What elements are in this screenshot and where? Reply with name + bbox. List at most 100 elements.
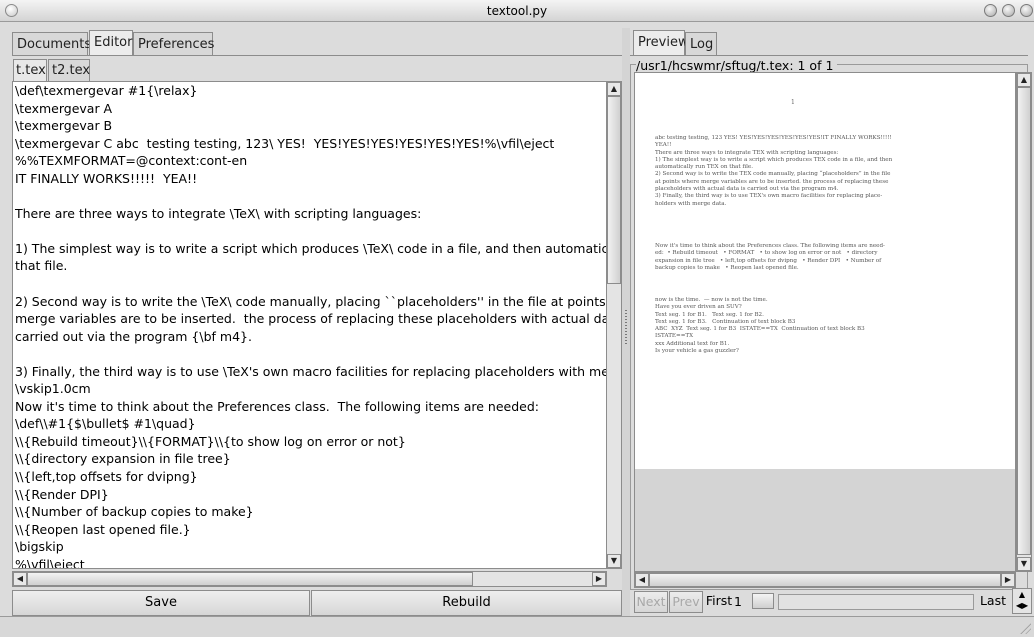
page-spinner[interactable]: ▲ ◀▶ (1012, 588, 1032, 614)
splitter-grip-icon[interactable] (625, 310, 627, 346)
tab-divider-right (630, 55, 1028, 56)
preview-paragraph-1: abc testing testing, 123 YES! YES!YES!YE… (655, 135, 1000, 208)
page-slider-thumb[interactable] (752, 593, 774, 609)
resize-grip-icon[interactable] (1019, 622, 1031, 634)
page-number-text: 1 (791, 99, 795, 106)
scroll-left-icon[interactable]: ◀ (635, 573, 649, 587)
scroll-right-icon[interactable]: ▶ (1001, 573, 1015, 587)
preview-line: expansion in file tree • left,top offset… (655, 257, 882, 264)
tab-file-t-tex[interactable]: t.tex (13, 59, 47, 81)
preview-line: now is the time. — now is not the time. (655, 297, 768, 303)
close-icon[interactable] (1020, 4, 1033, 17)
tab-preview[interactable]: Preview (633, 30, 689, 56)
preview-line: ISTATE==TX (655, 333, 694, 340)
next-button[interactable]: Next (634, 591, 668, 613)
spin-up-icon[interactable]: ▲ (1013, 589, 1031, 600)
preview-line: abc testing testing, 123 YES! YES!YES!YE… (655, 135, 892, 141)
scroll-thumb[interactable] (607, 96, 621, 284)
preview-hscrollbar[interactable]: ◀ ▶ (634, 572, 1016, 588)
preview-line: Text seg. 1 for B3. Continuation of text… (655, 318, 796, 325)
editor-line: 2) Second way is to write the \TeX\ code… (15, 293, 607, 309)
editor-hscrollbar[interactable]: ◀ ▶ (12, 571, 607, 587)
editor-line: \\{Render DPI} (15, 486, 109, 502)
editor-line: %\vfil\eject (15, 556, 85, 569)
preview-line: Now it's time to think about the Prefere… (655, 243, 885, 249)
page-slider-track[interactable] (778, 594, 974, 610)
editor-line: Now it's time to think about the Prefere… (15, 398, 540, 414)
prev-button[interactable]: Prev (669, 591, 703, 613)
spin-down-icon[interactable]: ◀▶ (1013, 600, 1031, 611)
editor-line: \def\\#1{$\bullet$ #1\quad} (15, 416, 196, 432)
editor-line: \\{Rebuild timeout}\\{FORMAT}\\{to show … (15, 433, 406, 449)
preview-paragraph-3: now is the time. — now is not the time. H… (655, 297, 1000, 355)
preview-line: There are three ways to integrate TEX wi… (655, 149, 839, 156)
preview-line: xxx Additional text for B1. (655, 340, 730, 347)
tab-divider (12, 55, 622, 56)
editor-line: \texmergevar A (15, 100, 113, 116)
scroll-down-icon[interactable]: ▼ (607, 554, 621, 568)
editor-line: \\{left,top offsets for dvipng} (15, 469, 198, 485)
editor-line: %%TEXMFORMAT=@context:cont-en (15, 153, 248, 169)
last-button[interactable]: Last (976, 591, 1010, 613)
rendered-page: 1 abc testing testing, 123 YES! YES!YES!… (635, 73, 1015, 469)
preview-line: 2) Second way is to write the TEX code m… (655, 171, 891, 178)
scroll-up-icon[interactable]: ▲ (607, 82, 621, 96)
editor-line: \vskip1.0cm (15, 381, 91, 397)
editor-line: IT FINALLY WORKS!!!!! YEA!! (15, 170, 198, 186)
editor-line: 1) The simplest way is to write a script… (15, 240, 607, 256)
editor-line: \def\texmergevar #1{\relax} (15, 83, 198, 98)
editor-line: \texmergevar B (15, 118, 113, 134)
tab-log[interactable]: Log (685, 32, 717, 56)
tab-preferences[interactable]: Preferences (133, 32, 214, 56)
preview-path-label: /usr1/hcswmr/sftug/t.tex: 1 of 1 (636, 58, 838, 73)
preview-line: 1) The simplest way is to write a script… (655, 156, 893, 163)
rebuild-button[interactable]: Rebuild (311, 590, 622, 616)
hscroll-thumb[interactable] (649, 573, 1001, 587)
first-button[interactable]: First (704, 591, 734, 613)
maximize-icon[interactable] (1002, 4, 1015, 17)
preview-line: Have you ever driven an SUV? (655, 304, 742, 311)
editor-line: There are three ways to integrate \TeX\ … (15, 205, 422, 221)
editor-line: merge variables are to be inserted. the … (15, 311, 607, 327)
editor-line: \\{directory expansion in file tree} (15, 451, 231, 467)
preview-line: Is your vehicle a gas guzzler? (655, 348, 739, 355)
scroll-left-icon[interactable]: ◀ (13, 572, 27, 586)
scroll-right-icon[interactable]: ▶ (592, 572, 606, 586)
preview-vscrollbar[interactable]: ▲ ▼ (1016, 72, 1032, 572)
preview-line: ed: • Rebuild timeout • FORMAT • to show… (655, 250, 878, 257)
window-title: textool.py (486, 4, 548, 18)
tab-editor[interactable]: Editor (89, 30, 133, 56)
hscroll-thumb[interactable] (27, 572, 473, 586)
preview-line: ABC XYZ Text seg. 1 for B3 ISTATE==TX Co… (655, 326, 865, 333)
scroll-down-icon[interactable]: ▼ (1017, 557, 1031, 571)
preview-canvas[interactable]: 1 abc testing testing, 123 YES! YES!YES!… (634, 72, 1016, 572)
minimize-icon[interactable] (984, 4, 997, 17)
scroll-thumb[interactable] (1017, 87, 1031, 555)
editor-line: 3) Finally, the third way is to use \TeX… (15, 363, 607, 379)
editor-line: \texmergevar C abc testing testing, 123\… (15, 135, 555, 151)
editor-textarea[interactable]: \def\texmergevar #1{\relax} \texmergevar … (12, 81, 607, 569)
title-bar: textool.py (0, 0, 1034, 22)
preview-line: Text seg. 1 for B1. Text seg. 1 for B2. (655, 311, 764, 318)
editor-line: carried out via the program {\bf m4}. (15, 328, 252, 344)
status-bar (0, 616, 1034, 637)
editor-line: \\{Reopen last opened file.} (15, 521, 191, 537)
preview-line: YEA!! (655, 142, 672, 149)
save-button[interactable]: Save (12, 590, 310, 616)
tab-file-t2-tex[interactable]: t2.tex (48, 59, 90, 81)
tab-documents[interactable]: Documents (12, 32, 91, 56)
preview-line: 3) Finally, the third way is to use TEX'… (655, 193, 883, 200)
editor-line: that file. (15, 258, 68, 274)
editor-line: \\{Number of backup copies to make} (15, 504, 254, 520)
preview-line: holders with merge data. (655, 200, 727, 207)
editor-vscrollbar[interactable]: ▲ ▼ (606, 81, 622, 569)
editor-line: \bigskip (15, 539, 64, 555)
preview-line: backup copies to make • Reopen last open… (655, 264, 799, 271)
preview-paragraph-2: Now it's time to think about the Prefere… (655, 243, 1000, 272)
scroll-up-icon[interactable]: ▲ (1017, 73, 1031, 87)
preview-line: at points where merge variables are to b… (655, 178, 889, 185)
